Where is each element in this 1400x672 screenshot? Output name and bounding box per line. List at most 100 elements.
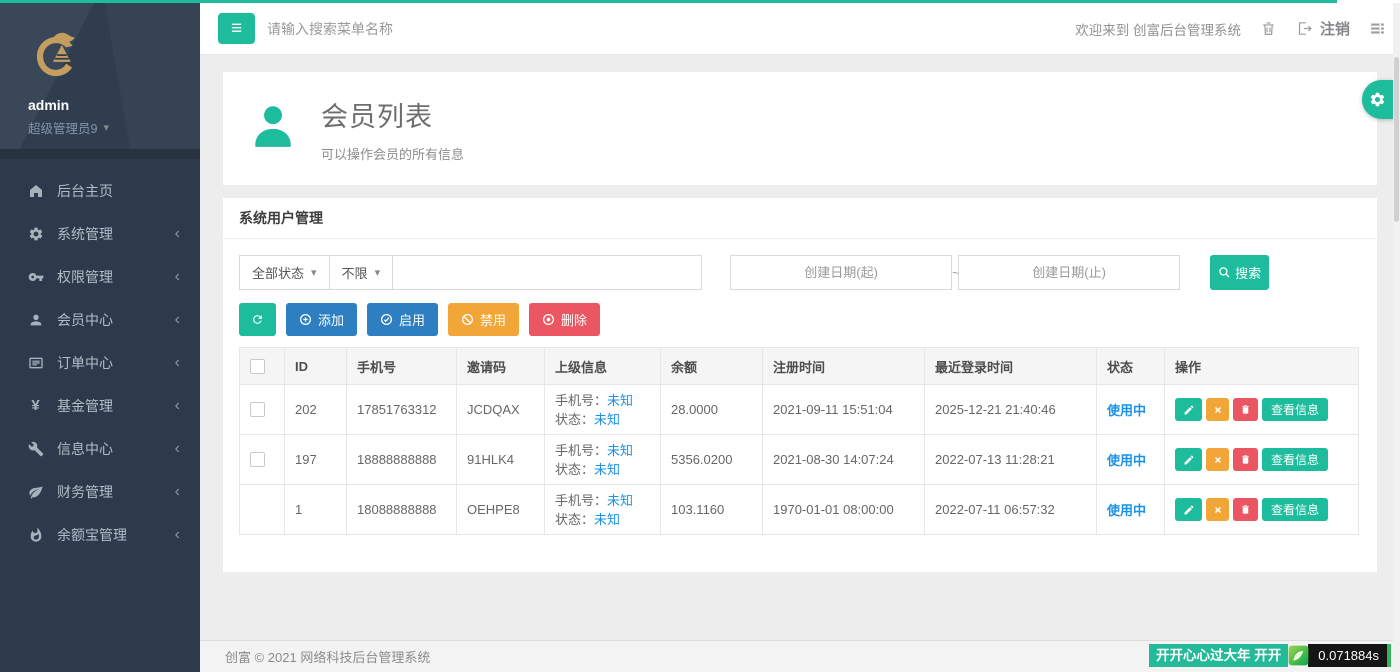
sidebar-username: admin [28,97,200,113]
app-logo [28,28,85,85]
view-info-button[interactable]: 查看信息 [1262,498,1328,521]
disable-button-label: 禁用 [480,310,506,329]
disable-row-button[interactable] [1206,448,1229,471]
sidebar-toggle-button[interactable]: ≡ [218,13,255,44]
sidebar-item-orders[interactable]: 订单中心 ‹ [0,341,200,384]
pencil-icon [1183,504,1195,516]
disable-row-button[interactable] [1206,498,1229,521]
page-scrollbar[interactable] [1393,3,1400,672]
users-table: ID 手机号 邀请码 上级信息 余额 注册时间 最近登录时间 状态 操作 [239,347,1359,535]
enable-button[interactable]: 启用 [367,303,438,336]
parent-phone-label: 手机号： [555,443,607,458]
cell-phone: 18088888888 [347,485,457,535]
date-start-input[interactable] [730,255,952,290]
sidebar-item-finance[interactable]: 财务管理 ‹ [0,470,200,513]
settings-fab-button[interactable] [1362,80,1393,119]
cell-id: 197 [285,435,347,485]
x-icon [1213,455,1223,465]
page-title: 会员列表 [321,95,464,134]
cell-parent-info: 手机号：未知 状态：未知 [545,435,661,485]
table-toolbar: 添加 启用 禁用 删除 [239,303,1361,336]
chevron-left-icon: ‹ [175,484,180,500]
user-icon [27,311,44,328]
sidebar-role-dropdown[interactable]: 超级管理员9 ▾ [28,118,200,137]
view-info-button[interactable]: 查看信息 [1262,398,1328,421]
sidebar-item-label: 权限管理 [57,267,113,287]
chevron-left-icon: ‹ [175,441,180,457]
topbar: ≡ 欢迎来到 创富后台管理系统 注销 [200,3,1400,55]
select-all-checkbox[interactable] [250,359,265,374]
parent-status-label: 状态： [555,512,594,527]
sidebar-brand: admin 超级管理员9 ▾ [0,3,200,149]
add-button[interactable]: 添加 [286,303,357,336]
delete-row-button[interactable] [1233,498,1258,521]
cell-balance: 28.0000 [661,385,763,435]
sidebar-item-dashboard[interactable]: 后台主页 [0,169,200,212]
parent-phone-label: 手机号： [555,493,607,508]
logout-button[interactable]: 注销 [1296,18,1350,39]
sidebar-item-system[interactable]: 系统管理 ‹ [0,212,200,255]
footer-copyright: 创富 © 2021 网络科技后台管理系统 [225,647,430,666]
parent-status-label: 状态： [555,462,594,477]
row-checkbox[interactable] [250,402,265,417]
refresh-button[interactable] [239,303,276,336]
sidebar-item-label: 基金管理 [57,396,113,416]
col-header-balance: 余额 [661,348,763,385]
chevron-left-icon: ‹ [175,527,180,543]
sidebar-item-permissions[interactable]: 权限管理 ‹ [0,255,200,298]
disable-button[interactable]: 禁用 [448,303,519,336]
delete-row-button[interactable] [1233,448,1258,471]
marquee-notice: 开开心心过大年 开开 [1149,644,1288,667]
parent-status-link[interactable]: 未知 [594,512,620,527]
wrench-icon [27,440,44,457]
log-panel-button[interactable] [1369,20,1386,37]
caret-down-icon: ▾ [103,121,109,134]
edit-row-button[interactable] [1175,398,1202,421]
cell-phone: 18888888888 [347,435,457,485]
col-header-phone: 手机号 [347,348,457,385]
date-range-group: ~ [730,255,1180,290]
cell-parent-info: 手机号：未知 状态：未知 [545,385,661,435]
parent-phone-link[interactable]: 未知 [607,443,633,458]
scrollbar-thumb[interactable] [1394,57,1399,222]
status-badge: 使用中 [1107,453,1146,468]
row-actions: 查看信息 [1175,498,1348,521]
view-info-button[interactable]: 查看信息 [1262,448,1328,471]
parent-status-link[interactable]: 未知 [594,462,620,477]
search-button[interactable]: 搜索 [1210,255,1269,290]
sidebar-item-yuebao[interactable]: 余额宝管理 ‹ [0,513,200,556]
menu-search-input[interactable] [267,21,687,37]
parent-status-link[interactable]: 未知 [594,412,620,427]
caret-down-icon: ▾ [311,266,317,279]
sidebar-item-funds[interactable]: ¥ 基金管理 ‹ [0,384,200,427]
chevron-left-icon: ‹ [175,312,180,328]
date-end-input[interactable] [958,255,1180,290]
limit-filter-dropdown[interactable]: 不限 ▾ [329,255,394,290]
footer-badges: 开开心心过大年 开开 0.071884s [1149,643,1391,667]
parent-phone-link[interactable]: 未知 [607,393,633,408]
limit-filter-label: 不限 [342,263,368,282]
keyword-search-input[interactable] [392,255,702,290]
page-load-progress-bar [0,0,1337,3]
delete-row-button[interactable] [1233,398,1258,421]
pencil-icon [1183,404,1195,416]
cell-phone: 17851763312 [347,385,457,435]
edit-row-button[interactable] [1175,448,1202,471]
edit-row-button[interactable] [1175,498,1202,521]
cell-invite-code: OEHPE8 [457,485,545,535]
row-checkbox[interactable] [250,452,265,467]
chevron-left-icon: ‹ [175,355,180,371]
cell-last-login: 2022-07-13 11:28:21 [925,435,1097,485]
clear-cache-button[interactable] [1260,20,1277,37]
disable-row-button[interactable] [1206,398,1229,421]
sidebar-item-info[interactable]: 信息中心 ‹ [0,427,200,470]
delete-button[interactable]: 删除 [529,303,600,336]
parent-phone-link[interactable]: 未知 [607,493,633,508]
load-timer-badge: 0.071884s [1308,644,1391,667]
filter-row: 全部状态 ▾ 不限 ▾ ~ [239,255,1361,290]
sidebar-item-members[interactable]: 会员中心 ‹ [0,298,200,341]
home-icon [27,182,44,199]
cell-balance: 5356.0200 [661,435,763,485]
status-filter-dropdown[interactable]: 全部状态 ▾ [239,255,330,290]
key-icon [27,268,44,285]
